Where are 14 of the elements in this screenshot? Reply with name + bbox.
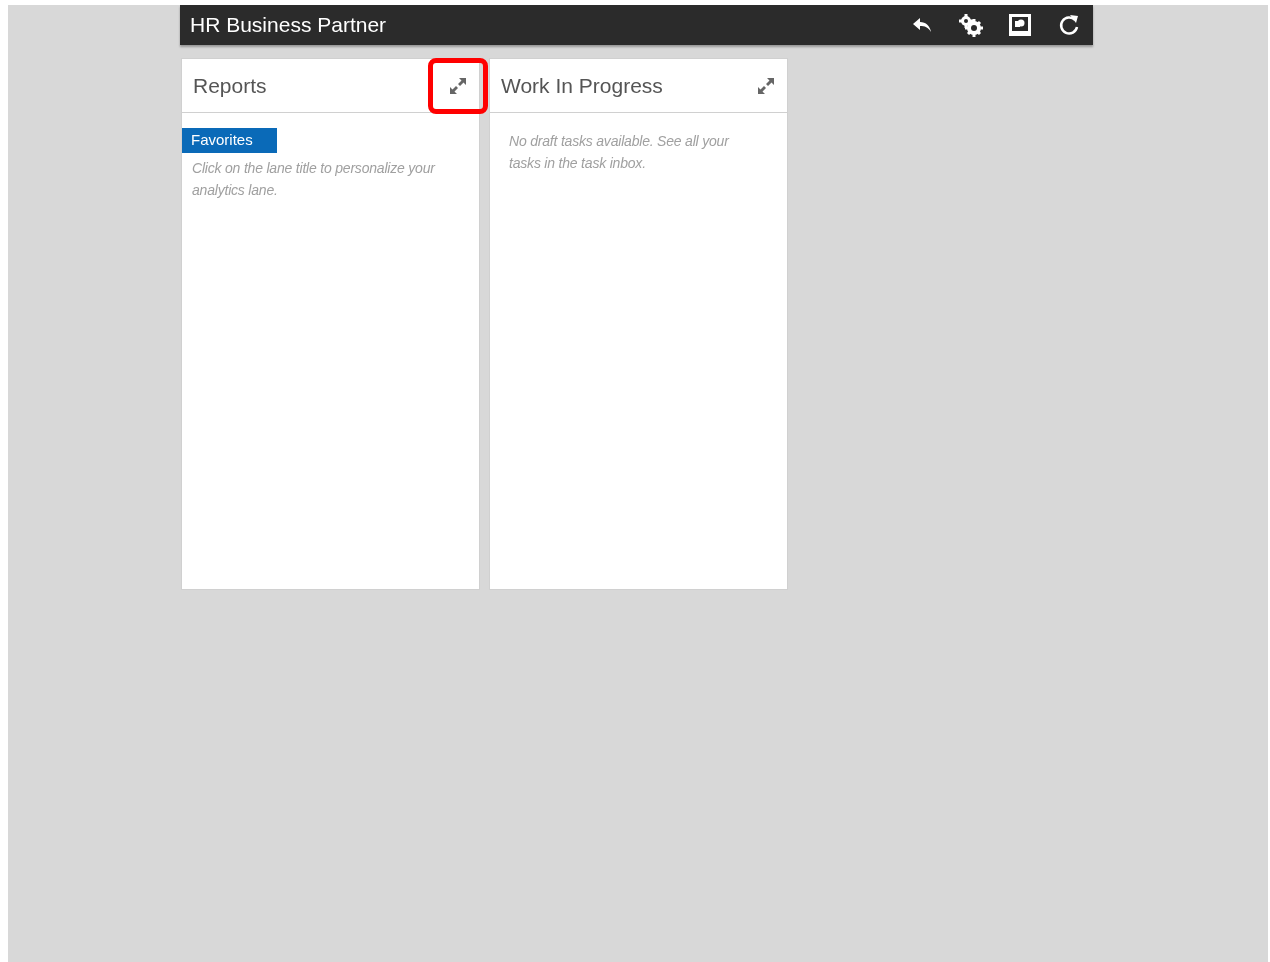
expand-icon [756,75,776,96]
settings-icon [958,13,984,37]
back-arrow-icon [912,17,932,33]
empty-message: Click on the lane title to personalize your analytics lane. [191,158,437,200]
favorites-tag[interactable]: Favorites [182,128,277,153]
lane-title[interactable]: Reports [193,69,428,102]
app-title: HR Business Partner [190,12,388,39]
framed-picture-button[interactable] [1006,11,1034,39]
empty-message: No draft tasks available. See all your tasks in the task inbox. [508,132,731,173]
framed-picture-icon [1008,13,1032,37]
refresh-icon [1058,13,1080,37]
lane-title[interactable]: Work In Progress [501,69,736,102]
expand-icon [448,75,468,96]
settings-button[interactable] [957,11,985,39]
